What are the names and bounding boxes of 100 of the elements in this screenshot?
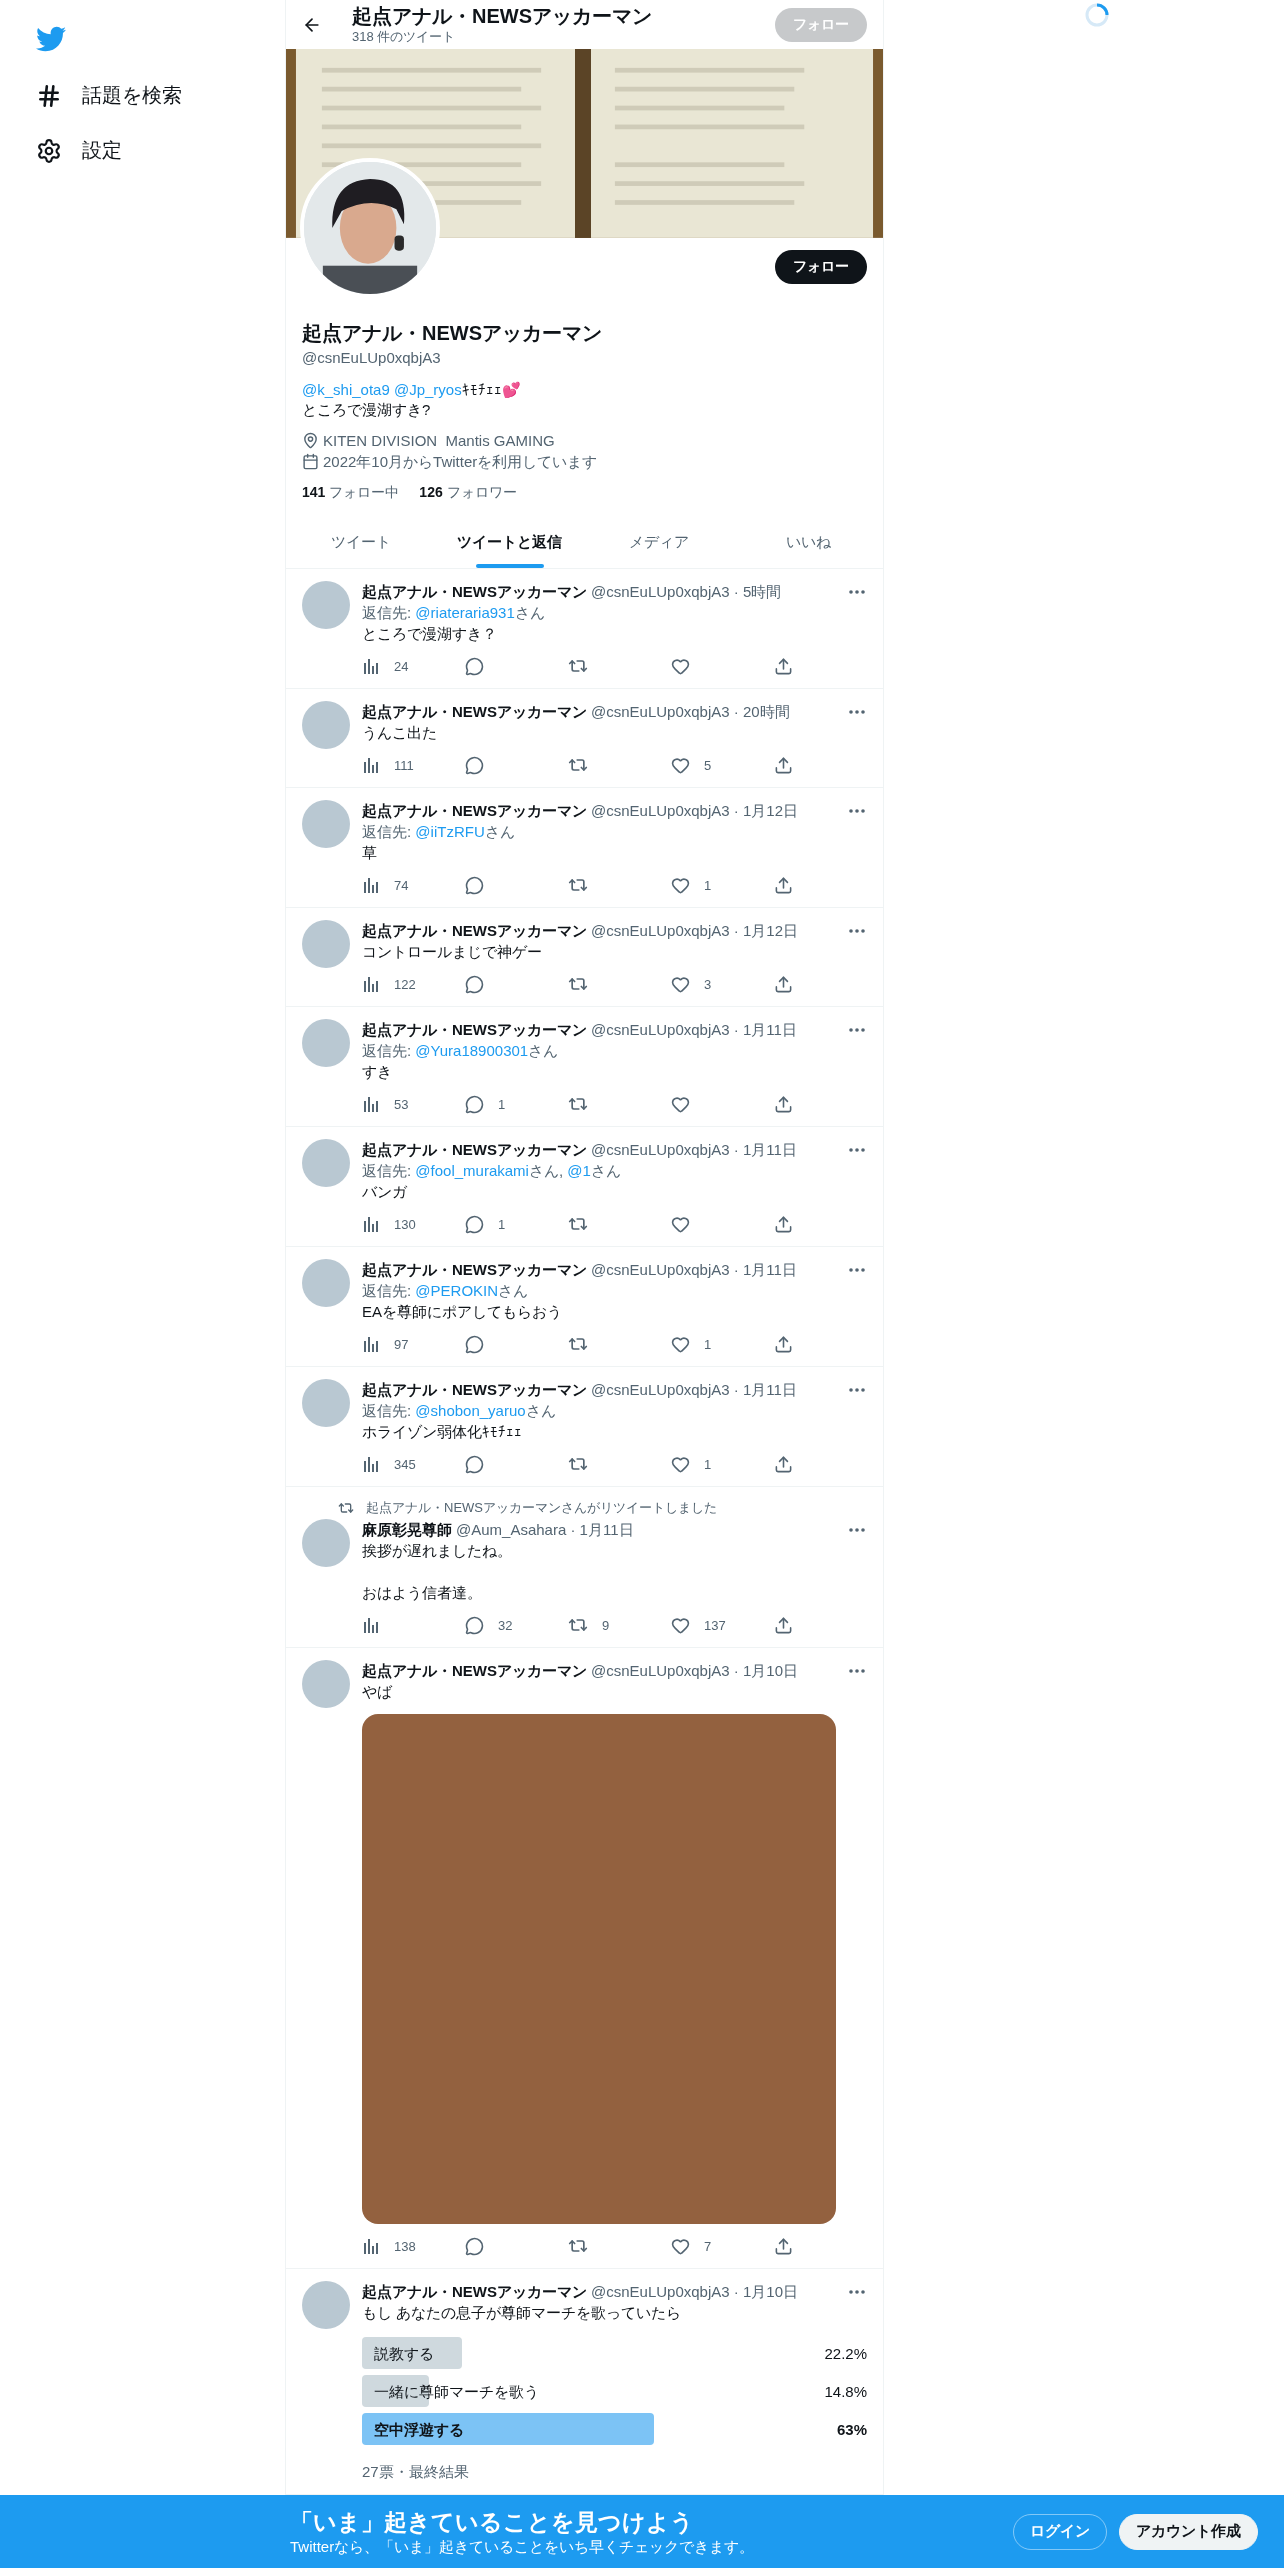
reply-button[interactable] <box>465 656 484 676</box>
like-button[interactable]: 1 <box>671 1454 712 1474</box>
like-button[interactable]: 5 <box>671 755 712 775</box>
tweet-text: バンガ <box>362 1182 408 1202</box>
author-name[interactable]: 起点アナル・NEWSアッカーマン <box>362 920 587 941</box>
reply-button[interactable] <box>465 1454 484 1474</box>
bio-line: ところで漫湖すき? <box>302 400 432 420</box>
like-button[interactable]: 7 <box>671 2236 712 2256</box>
location-icon <box>302 432 319 449</box>
author-name[interactable]: 起点アナル・NEWSアッカーマン <box>362 1379 587 1400</box>
more-button[interactable] <box>847 1527 867 1532</box>
like-button[interactable] <box>671 1094 690 1114</box>
tweet-text: やば <box>362 1682 393 1702</box>
like-button[interactable]: 137 <box>671 1615 726 1635</box>
views-icon <box>362 876 380 894</box>
banner-title: 「いま」起きていることを見つけよう <box>290 2507 695 2537</box>
heart-icon <box>671 974 690 994</box>
views-button[interactable]: 130 <box>362 1214 416 1234</box>
more-button[interactable] <box>847 1147 867 1152</box>
author-name[interactable]: 起点アナル・NEWSアッカーマン <box>362 701 587 722</box>
share-button[interactable] <box>774 1214 793 1234</box>
share-button[interactable] <box>774 2236 793 2256</box>
author-name[interactable]: 起点アナル・NEWSアッカーマン <box>362 1660 587 1681</box>
profile-tab[interactable]: ツイート <box>286 516 436 568</box>
views-button[interactable]: 97 <box>362 1334 409 1354</box>
poll-footer: 27票・最終結果 <box>362 2461 867 2482</box>
reply-button[interactable] <box>465 875 484 895</box>
profile-handle: @csnEuLUp0xqbjA3 <box>302 349 442 366</box>
reply-button[interactable]: 1 <box>465 1214 506 1234</box>
views-button[interactable]: 24 <box>362 656 409 676</box>
more-button[interactable] <box>847 808 867 813</box>
like-button[interactable] <box>671 1214 690 1234</box>
share-button[interactable] <box>774 1094 793 1114</box>
sidebar-item[interactable]: 話題を検索 <box>32 70 285 121</box>
views-button[interactable]: 74 <box>362 875 409 895</box>
profile-tab[interactable]: メディア <box>584 516 734 568</box>
follow-stat[interactable]: 141 フォロー中 <box>302 484 400 502</box>
more-icon <box>849 589 865 594</box>
views-button[interactable]: 53 <box>362 1094 409 1114</box>
share-button[interactable] <box>774 1615 793 1635</box>
more-button[interactable] <box>847 1027 867 1032</box>
author-name[interactable]: 起点アナル・NEWSアッカーマン <box>362 1139 587 1160</box>
like-button[interactable]: 1 <box>671 1334 712 1354</box>
more-button[interactable] <box>847 1668 867 1673</box>
more-icon <box>849 1527 865 1532</box>
more-button[interactable] <box>847 709 867 714</box>
hash-icon <box>36 82 62 109</box>
follow-button[interactable]: フォロー <box>775 250 867 284</box>
retweet-button[interactable]: 9 <box>568 1615 610 1635</box>
author-name[interactable]: 起点アナル・NEWSアッカーマン <box>362 800 587 821</box>
reply-button[interactable] <box>465 1334 484 1354</box>
heart-icon <box>671 875 690 895</box>
more-button[interactable] <box>847 1387 867 1392</box>
views-button[interactable]: 138 <box>362 2236 416 2256</box>
author-name[interactable]: 麻原彰晃尊師 <box>362 1519 452 1540</box>
share-button[interactable] <box>774 1334 793 1354</box>
views-button[interactable]: 345 <box>362 1454 416 1474</box>
retweet-label: 起点アナル・NEWSアッカーマンさんがリツイートしました <box>366 1499 717 1517</box>
avatar <box>302 1519 350 1567</box>
share-button[interactable] <box>774 974 793 994</box>
joined-text: 2022年10月からTwitterを利用しています <box>323 452 598 472</box>
author-name[interactable]: 起点アナル・NEWSアッカーマン <box>362 581 587 602</box>
more-button[interactable] <box>847 1267 867 1272</box>
heart-icon <box>671 1454 690 1474</box>
views-button[interactable] <box>362 1615 380 1635</box>
tweet-meta: @csnEuLUp0xqbjA3 · 1月11日 <box>591 1020 798 1040</box>
author-name[interactable]: 起点アナル・NEWSアッカーマン <box>362 2281 587 2302</box>
sidebar-item[interactable]: 設定 <box>32 125 285 176</box>
share-button[interactable] <box>774 656 793 676</box>
more-button[interactable] <box>847 2289 867 2294</box>
reply-button[interactable]: 32 <box>465 1615 513 1635</box>
views-button[interactable]: 122 <box>362 974 416 994</box>
views-button[interactable]: 111 <box>362 755 414 775</box>
author-name[interactable]: 起点アナル・NEWSアッカーマン <box>362 1019 587 1040</box>
profile-tab[interactable]: ツイートと返信 <box>435 516 585 568</box>
calendar-icon <box>302 453 319 470</box>
reply-button[interactable] <box>465 755 484 775</box>
more-button[interactable] <box>847 589 867 594</box>
more-button[interactable] <box>847 928 867 933</box>
reply-button[interactable] <box>465 2236 484 2256</box>
reply-icon <box>465 1454 484 1474</box>
heart-icon <box>671 1615 690 1635</box>
poll-percent: 14.8% <box>824 2381 867 2402</box>
share-button[interactable] <box>774 755 793 775</box>
more-icon <box>849 2289 865 2294</box>
views-icon <box>362 1616 380 1634</box>
author-name[interactable]: 起点アナル・NEWSアッカーマン <box>362 1259 587 1280</box>
like-button[interactable]: 1 <box>671 875 712 895</box>
signup-button[interactable]: アカウント作成 <box>1119 2513 1258 2550</box>
profile-tab[interactable]: いいね <box>733 516 883 568</box>
tweet-text: おはよう信者達。 <box>362 1583 483 1603</box>
share-button[interactable] <box>774 875 793 895</box>
tweet-text: すき <box>362 1062 393 1082</box>
follow-stat[interactable]: 126 フォロワー <box>419 484 517 502</box>
like-button[interactable]: 3 <box>671 974 712 994</box>
share-button[interactable] <box>774 1454 793 1474</box>
reply-button[interactable]: 1 <box>465 1094 506 1114</box>
reply-button[interactable] <box>465 974 484 994</box>
like-button[interactable] <box>671 656 690 676</box>
share-icon <box>774 875 793 895</box>
